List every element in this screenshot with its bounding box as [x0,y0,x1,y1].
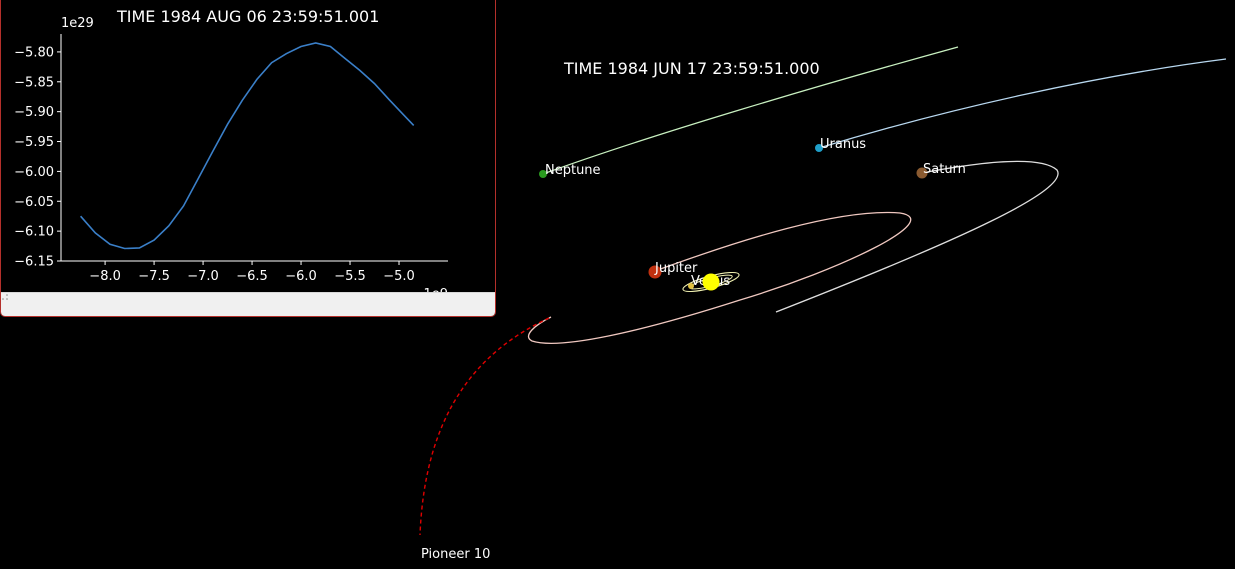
x-tick-label: −7.5 [138,269,170,284]
plot-window[interactable]: TIME 1984 AUG 06 23:59:51.001 1e29 −5.80… [0,0,496,317]
y-axis-ticks: −5.80 −5.85 −5.90 −5.95 −6.00 −6.05 −6.10 −6.15 [14,45,61,270]
x-axis-ticks: −8.0 −7.5 −7.0 −6.5 −6.0 −5.5 −5.0 [89,261,415,284]
y-tick-label: −5.80 [14,45,54,60]
pioneer-10-label: Pioneer 10 [421,547,490,562]
x-tick-label: −5.5 [334,269,366,284]
x-tick-label: −6.0 [285,269,317,284]
y-tick-label: −5.85 [14,75,54,90]
series-line [79,42,415,250]
neptune-label: Neptune [545,163,601,178]
y-tick-label: −6.10 [14,225,54,240]
saturn-orbit [775,160,1059,313]
x-tick-label: −8.0 [89,269,121,284]
pioneer-10-trajectory [419,317,550,536]
y-tick-label: −5.90 [14,105,54,120]
uranus-orbit [818,58,1227,149]
y-tick-label: −6.05 [14,195,54,210]
saturn-label: Saturn [923,162,966,177]
y-offset-label: 1e29 [61,16,94,31]
line-chart: TIME 1984 AUG 06 23:59:51.001 1e29 −5.80… [14,7,448,302]
x-tick-label: −6.5 [236,269,268,284]
y-tick-label: −6.15 [14,255,54,270]
y-tick-label: −6.00 [14,165,54,180]
x-tick-label: −7.0 [187,269,219,284]
uranus-label: Uranus [820,137,866,152]
plot-window-toolbar [1,292,495,316]
sun-marker[interactable] [702,273,720,291]
main-time-label: TIME 1984 JUN 17 23:59:51.000 [563,59,820,78]
y-tick-label: −5.95 [14,135,54,150]
x-tick-label: −5.0 [383,269,415,284]
chart-title: TIME 1984 AUG 06 23:59:51.001 [116,7,379,26]
resize-grip-icon[interactable] [1,293,9,301]
